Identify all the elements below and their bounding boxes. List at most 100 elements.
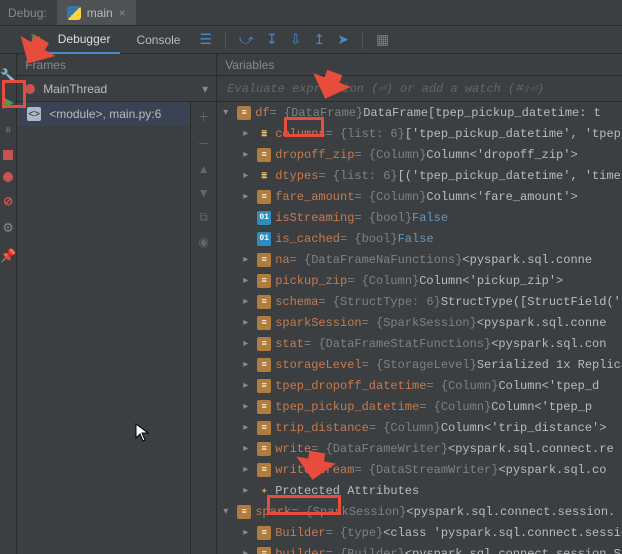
evaluate-input[interactable]: Evaluate expression (⏎) or add a watch (… <box>217 76 622 102</box>
field-icon: ≡ <box>257 547 271 554</box>
chevron-right-icon[interactable] <box>243 401 257 413</box>
var-storagelevel[interactable]: ≡storageLevel = {StorageLevel} Serialize… <box>217 354 622 375</box>
var-schema[interactable]: ≡schema = {StructType: 6} StructType([St… <box>217 291 622 312</box>
variables-panel: Variables Evaluate expression (⏎) or add… <box>217 54 622 554</box>
var-pickup-zip[interactable]: ≡pickup_zip = {Column} Column<'pickup_zi… <box>217 270 622 291</box>
chevron-right-icon[interactable] <box>243 275 257 287</box>
chevron-right-icon[interactable] <box>243 485 257 497</box>
var-dtypes[interactable]: ≣dtypes = {list: 6} [('tpep_pickup_datet… <box>217 165 622 186</box>
divider <box>225 31 226 49</box>
debug-toolbar: ↻ Debugger Console ☰ ⤻ ↧ ⇩ ↥ ➤ ▦ <box>0 26 622 54</box>
variables-header: Variables <box>217 54 622 76</box>
field-icon: ≡ <box>257 274 271 288</box>
down-icon[interactable]: ▼ <box>198 186 210 200</box>
pause-icon[interactable]: ⏸ <box>5 122 12 138</box>
layout-icon[interactable]: ☰ <box>196 31 215 48</box>
var-sparksession[interactable]: ≡sparkSession = {SparkSession} <pyspark.… <box>217 312 622 333</box>
group-icon: ✦ <box>257 484 271 498</box>
settings-icon[interactable]: ⚙ <box>2 220 14 236</box>
chevron-right-icon[interactable] <box>243 380 257 392</box>
frame-icon: <> <box>27 107 41 121</box>
chevron-right-icon[interactable] <box>243 548 257 554</box>
debug-topbar: Debug: main × <box>0 0 622 26</box>
var-columns[interactable]: ≣columns = {list: 6} ['tpep_pickup_datet… <box>217 123 622 144</box>
close-icon[interactable]: × <box>119 6 126 20</box>
var-iscached[interactable]: 01is_cached = {bool} False <box>217 228 622 249</box>
variables-tree[interactable]: ≡ df = {DataFrame} DataFrame[tpep_pickup… <box>217 102 622 554</box>
chevron-down-icon[interactable] <box>223 107 237 119</box>
chevron-right-icon[interactable] <box>243 128 257 140</box>
view-breakpoints-icon[interactable] <box>3 172 13 182</box>
var-isstreaming[interactable]: 01isStreaming = {bool} False <box>217 207 622 228</box>
file-tab-label: main <box>87 6 113 20</box>
var-trip-distance[interactable]: ≡trip_distance = {Column} Column<'trip_d… <box>217 417 622 438</box>
var-name: df <box>255 106 269 120</box>
frame-label: <module>, main.py:6 <box>49 107 161 121</box>
field-icon: ≡ <box>257 337 271 351</box>
var-tpep-dropoff[interactable]: ≡tpep_dropoff_datetime = {Column} Column… <box>217 375 622 396</box>
field-icon: ≡ <box>257 463 271 477</box>
var-builder[interactable]: ≡builder = {Builder} <pyspark.sql.connec… <box>217 543 622 554</box>
force-step-into-icon[interactable]: ⇩ <box>287 31 305 48</box>
chevron-right-icon[interactable] <box>243 338 257 350</box>
run-to-cursor-icon[interactable]: ➤ <box>334 31 352 48</box>
watch-icon[interactable]: ◉ <box>198 235 208 249</box>
field-icon: ≡ <box>257 316 271 330</box>
step-into-icon[interactable]: ↧ <box>263 31 281 48</box>
field-icon: ≡ <box>257 442 271 456</box>
remove-icon[interactable]: － <box>198 135 210 152</box>
var-na[interactable]: ≡na = {DataFrameNaFunctions} <pyspark.sq… <box>217 249 622 270</box>
chevron-right-icon[interactable] <box>243 254 257 266</box>
chevron-right-icon[interactable] <box>243 464 257 476</box>
var-dropoff-zip[interactable]: ≡dropoff_zip = {Column} Column<'dropoff_… <box>217 144 622 165</box>
frames-side-actions: ＋ － ▲ ▼ ⧉ ◉ <box>190 102 216 554</box>
wrench-icon[interactable]: 🔧 <box>0 68 16 84</box>
thread-selector[interactable]: MainThread ▾ <box>17 76 216 102</box>
var-protected[interactable]: ✦Protected Attributes <box>217 480 622 501</box>
add-icon[interactable]: ＋ <box>198 108 210 125</box>
mute-breakpoints-icon[interactable]: ⊘ <box>3 194 13 208</box>
var-writestream[interactable]: ≡writeStream = {DataStreamWriter} <pyspa… <box>217 459 622 480</box>
chevron-right-icon[interactable] <box>243 443 257 455</box>
var-fare-amount[interactable]: ≡fare_amount = {Column} Column<'fare_amo… <box>217 186 622 207</box>
chevron-right-icon[interactable] <box>243 527 257 539</box>
var-spark[interactable]: ≡ spark = {SparkSession} <pyspark.sql.co… <box>217 501 622 522</box>
chevron-right-icon[interactable] <box>243 422 257 434</box>
resume-button[interactable] <box>1 96 15 110</box>
step-over-icon[interactable]: ⤻ <box>236 31 257 48</box>
chevron-right-icon[interactable] <box>243 149 257 161</box>
frame-item[interactable]: <> <module>, main.py:6 <box>17 102 190 126</box>
field-icon: ≡ <box>257 526 271 540</box>
chevron-right-icon[interactable] <box>243 170 257 182</box>
debug-label: Debug: <box>8 6 47 20</box>
restart-icon[interactable]: ↻ <box>30 31 42 48</box>
field-icon: ≡ <box>257 400 271 414</box>
var-write[interactable]: ≡write = {DataFrameWriter} <pyspark.sql.… <box>217 438 622 459</box>
field-icon: ≡ <box>257 148 271 162</box>
thread-name: MainThread <box>43 82 107 96</box>
var-df[interactable]: ≡ df = {DataFrame} DataFrame[tpep_pickup… <box>217 102 622 123</box>
divider <box>362 31 363 49</box>
step-out-icon[interactable]: ↥ <box>310 31 328 48</box>
chevron-right-icon[interactable] <box>243 296 257 308</box>
up-icon[interactable]: ▲ <box>198 162 210 176</box>
chevron-right-icon[interactable] <box>243 191 257 203</box>
field-icon: ≡ <box>257 379 271 393</box>
var-stat[interactable]: ≡stat = {DataFrameStatFunctions} <pyspar… <box>217 333 622 354</box>
chevron-right-icon[interactable] <box>243 359 257 371</box>
var-tpep-pickup[interactable]: ≡tpep_pickup_datetime = {Column} Column<… <box>217 396 622 417</box>
chevron-down-icon[interactable] <box>223 506 237 518</box>
field-icon: ≡ <box>257 253 271 267</box>
thread-status-icon <box>25 84 35 94</box>
sparksession-icon: ≡ <box>237 505 251 519</box>
stop-button[interactable] <box>3 150 13 160</box>
tab-debugger[interactable]: Debugger <box>48 26 121 54</box>
pin-icon[interactable]: 📌 <box>0 248 16 264</box>
evaluate-icon[interactable]: ▦ <box>373 31 392 48</box>
copy-icon[interactable]: ⧉ <box>199 210 208 225</box>
file-tab-main[interactable]: main × <box>57 0 136 25</box>
tab-console[interactable]: Console <box>126 27 190 53</box>
var-Builder[interactable]: ≡Builder = {type} <class 'pyspark.sql.co… <box>217 522 622 543</box>
chevron-right-icon[interactable] <box>243 317 257 329</box>
bool-icon: 01 <box>257 211 271 225</box>
